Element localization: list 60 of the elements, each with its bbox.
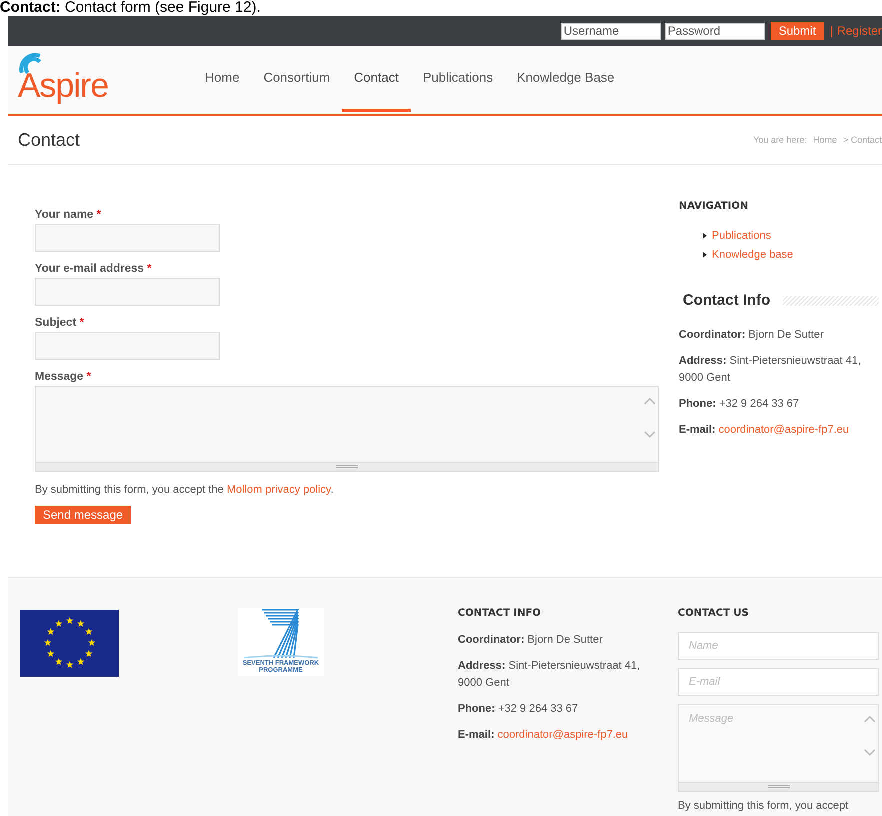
grip-icon: [336, 465, 358, 469]
grip-icon: [768, 785, 790, 789]
bullet-icon: [703, 252, 707, 258]
nav-link[interactable]: Home: [193, 46, 252, 112]
message-field[interactable]: [35, 386, 659, 472]
breadcrumb-link[interactable]: > Contact: [843, 135, 882, 145]
signal-arcs-icon: [18, 52, 44, 74]
logo-text[interactable]: Aspire: [18, 64, 108, 108]
scroll-down-icon: [644, 430, 656, 439]
contact-line: E-mail: coordinator@aspire-fp7.eu: [679, 423, 850, 438]
contact-line: Coordinator: Bjorn De Sutter: [679, 328, 825, 343]
page-title: Contact: [18, 130, 80, 150]
eu-flag-icon: [20, 610, 119, 677]
caption-text: Contact: Contact form (see Figure 12).: [0, 0, 262, 16]
scroll-up-icon: [644, 397, 656, 406]
notice-text: By submitting this form, you accept: [678, 800, 850, 812]
contact-line: Phone: +32 9 264 33 67: [458, 702, 580, 717]
field-label: Your e-mail address *: [35, 263, 153, 275]
input-field[interactable]: E-mail: [678, 668, 879, 696]
email-link[interactable]: coordinator@aspire-fp7.eu: [718, 424, 850, 436]
field-label: Your name *: [35, 209, 102, 221]
resize-handle[interactable]: [679, 782, 878, 791]
nav-link[interactable]: Knowledge Base: [505, 46, 627, 112]
scroll-down-icon: [864, 748, 876, 757]
resize-handle[interactable]: [36, 462, 658, 471]
footer-heading: CONTACT US: [678, 608, 750, 619]
nav-link[interactable]: Publications: [410, 46, 506, 112]
field-label: Message *: [35, 371, 92, 383]
register-link[interactable]: Register: [837, 24, 882, 38]
contact-line: E-mail: coordinator@aspire-fp7.eu: [458, 728, 630, 743]
privacy-link[interactable]: Mollom privacy policy: [226, 484, 331, 496]
breadcrumb-label: You are here:: [753, 135, 808, 145]
input-field[interactable]: [35, 332, 220, 360]
breadcrumb-link[interactable]: Home: [813, 135, 838, 145]
nav-link[interactable]: Consortium: [252, 46, 342, 112]
field-label: Subject *: [35, 317, 86, 329]
submit-button[interactable]: Submit: [770, 22, 824, 40]
contact-line: Address: Sint-Pietersnieuwstraat 41, 9000 Gent: [679, 354, 862, 386]
contact-line: Phone: +32 9 264 33 67: [679, 397, 800, 412]
footer-heading: CONTACT INFO: [458, 608, 542, 619]
bullet-icon: [703, 232, 707, 238]
separator: |: [830, 24, 834, 38]
scroll-up-icon: [864, 715, 876, 724]
message-field[interactable]: Message: [678, 704, 879, 792]
notice-text: By submitting this form, you accept the Mollom privacy policy.: [35, 484, 335, 496]
input-field[interactable]: [35, 278, 220, 306]
sidebar-link[interactable]: Publications: [712, 230, 772, 242]
contact-line: Address: Sint-Pietersnieuwstraat 41, 9000 Gent: [458, 659, 642, 691]
contact-line: Coordinator: Bjorn De Sutter: [458, 633, 604, 648]
send-button[interactable]: Send message: [35, 506, 132, 524]
username-field[interactable]: Username: [560, 22, 661, 40]
section-heading: NAVIGATION: [679, 201, 750, 212]
nav-link[interactable]: Contact: [342, 46, 411, 112]
placeholder-text: Message: [689, 713, 734, 725]
email-link[interactable]: coordinator@aspire-fp7.eu: [498, 729, 628, 741]
password-field[interactable]: Password: [664, 22, 765, 40]
section-title: Contact Info: [683, 292, 770, 309]
sidebar-link[interactable]: Knowledge base: [712, 248, 794, 260]
input-field[interactable]: Name: [678, 632, 879, 660]
input-field[interactable]: [35, 224, 220, 252]
